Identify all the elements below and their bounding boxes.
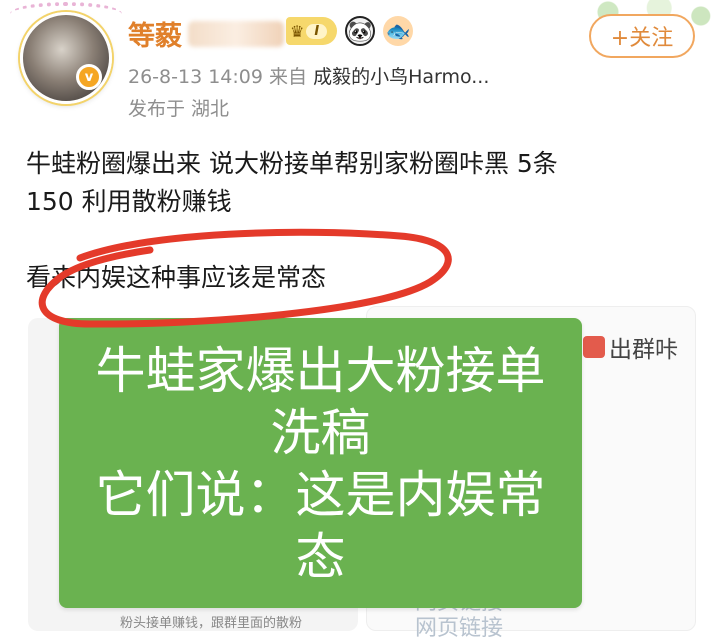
overlay-line-1: 牛蛙家爆出大粉接单 — [95, 342, 546, 400]
username-text[interactable]: 等藙 — [128, 14, 182, 53]
member-level: I — [306, 23, 328, 39]
image-link-2: 网页链接 — [415, 616, 504, 641]
verified-icon: v — [76, 64, 102, 90]
overlay-line-4: 态 — [295, 528, 346, 586]
image-right-label-text: 出群咔 — [609, 337, 678, 363]
content-line-1: 牛蛙粉圈爆出来 说大粉接单帮别家粉圈咔黑 5条 — [26, 149, 558, 178]
post-source[interactable]: 成毅的小鸟Harmo... — [313, 66, 489, 88]
source-prefix: 来自 — [269, 66, 308, 88]
image-left-caption: 粉头接单赚钱，跟群里面的散粉 — [120, 616, 303, 631]
image-right-label: 出群咔 — [583, 330, 678, 364]
panda-icon[interactable]: 🐼 — [345, 16, 376, 46]
user-badges: ♛ I 🐼 🐟 — [286, 16, 414, 46]
username[interactable]: 等藙 — [128, 14, 284, 53]
follow-button[interactable]: +关注 — [589, 14, 695, 58]
member-badge[interactable]: ♛ I — [286, 17, 338, 45]
overlay-line-2: 洗稿 — [270, 404, 371, 462]
fish-icon[interactable]: 🐟 — [383, 16, 414, 46]
overlay-line-3: 它们说：这是内娱常 — [95, 466, 546, 524]
content-line-3: 看来内娱这种事应该是常态 — [26, 263, 327, 292]
post-timestamp: 26-8-13 14:09 — [128, 66, 263, 88]
post-location: 发布于 湖北 — [128, 98, 230, 120]
overlay-caption-box: 牛蛙家爆出大粉接单 洗稿 它们说：这是内娱常 态 — [59, 318, 582, 608]
post-content: 牛蛙粉圈爆出来 说大粉接单帮别家粉圈咔黑 5条 150 利用散粉赚钱 看来内娱这… — [26, 145, 701, 297]
username-blurred — [188, 20, 284, 47]
content-line-2: 150 利用散粉赚钱 — [26, 187, 232, 216]
red-square-icon — [583, 336, 605, 358]
crown-icon: ♛ — [290, 21, 305, 41]
avatar[interactable] — [20, 12, 112, 104]
post-meta: 26-8-13 14:09 来自 成毅的小鸟Harmo... — [128, 62, 489, 89]
